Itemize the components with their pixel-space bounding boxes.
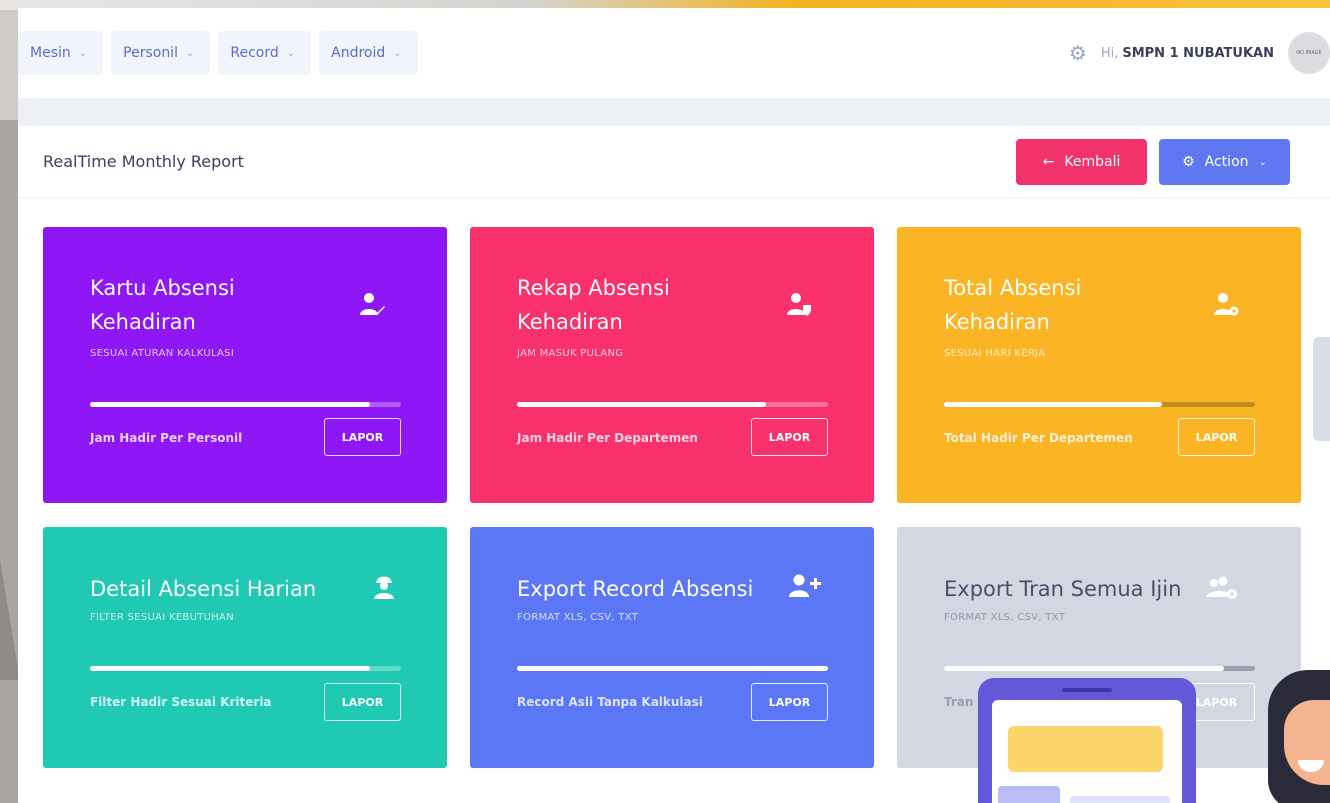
progress-bar-fill [90,402,370,407]
card-title: Detail Absensi Harian [90,577,317,601]
card-title: Export Tran Semua Ijin [944,577,1182,601]
background-wedge [0,120,20,803]
menu-label: Android [331,45,386,61]
side-widget-tab[interactable] [1316,450,1330,488]
card-subtitle: SESUAI HARI KERJA [944,348,1046,359]
user-plus-icon [789,574,821,597]
background-wedge-dark [0,560,20,680]
menu-label: Record [230,45,279,61]
report-card-detail-absensi: Detail Absensi Harian FILTER SESUAI KEBU… [43,527,447,768]
page-title: RealTime Monthly Report [43,152,244,171]
side-chat-tab[interactable] [1313,337,1330,441]
progress-bar [944,666,1255,671]
main-menu: Mesin ⌄ Personil ⌄ Record ⌄ Android ⌄ [18,31,418,75]
user-greeting[interactable]: Hi, SMPN 1 NUBATUKAN [1101,46,1274,61]
avatar[interactable]: NO IMAGE [1288,32,1330,74]
phone-block [998,786,1060,803]
subheader-bar [18,98,1330,126]
menu-label: Personil [123,45,178,61]
chevron-down-icon: ⌄ [185,47,195,59]
phone-notch [1062,688,1112,692]
lapor-button[interactable]: LAPOR [751,683,828,721]
progress-bar [90,666,401,671]
phone-illustration [978,678,1196,803]
progress-bar-fill [944,402,1162,407]
card-footer-text: Filter Hadir Sesuai Kriteria [90,695,272,709]
progress-bar-fill [90,666,370,671]
back-button-label: Kembali [1064,154,1121,170]
report-card-total-absensi: Total Absensi Kehadiran SESUAI HARI KERJ… [897,227,1301,503]
card-footer-text: Jam Hadir Per Personil [90,431,243,445]
card-footer-text: Tran [944,695,974,709]
progress-bar [517,666,828,671]
card-title-line: Rekap Absensi [517,276,670,300]
chevron-down-icon: ⌄ [286,47,296,59]
header-user-area: ⚙ Hi, SMPN 1 NUBATUKAN NO IMAGE [1069,8,1330,98]
card-title: Kartu Absensi Kehadiran [90,271,235,339]
menu-android[interactable]: Android ⌄ [319,31,418,75]
arrow-left-icon: ← [1042,154,1055,170]
menu-label: Mesin [30,45,71,61]
avatar-placeholder-text: NO IMAGE [1296,50,1322,56]
report-card-rekap-absensi: Rekap Absensi Kehadiran JAM MASUK PULANG… [470,227,874,503]
card-title-line: Kartu Absensi [90,276,235,300]
lapor-button[interactable]: LAPOR [751,418,828,456]
progress-bar-fill [517,402,766,407]
user-shield-icon [787,293,811,316]
action-dropdown-button[interactable]: ⚙ Action ⌄ [1159,139,1290,185]
card-title-line: Kehadiran [90,310,196,334]
back-button[interactable]: ← Kembali [1016,139,1147,185]
phone-card-yellow [1008,726,1163,772]
menu-record[interactable]: Record ⌄ [218,31,312,75]
progress-bar [517,402,828,407]
card-footer-text: Record Asli Tanpa Kalkulasi [517,695,703,709]
card-subtitle: FORMAT XLS, CSV, TXT [517,612,639,623]
menu-mesin[interactable]: Mesin ⌄ [18,31,104,75]
report-card-kartu-absensi: Kartu Absensi Kehadiran SESUAI ATURAN KA… [43,227,447,503]
gear-icon: ⚙ [1182,154,1195,170]
greeting-text: Hi, [1100,45,1119,61]
menu-personil[interactable]: Personil ⌄ [111,31,211,75]
card-footer-text: Total Hadir Per Departemen [944,431,1133,445]
chevron-down-icon: ⌄ [393,47,402,59]
top-header: Mesin ⌄ Personil ⌄ Record ⌄ Android ⌄ ⚙ … [18,8,1330,98]
chevron-down-icon: ⌄ [1258,156,1267,168]
lapor-button[interactable]: LAPOR [324,418,401,456]
card-title: Total Absensi Kehadiran [944,271,1081,339]
card-subtitle: SESUAI ATURAN KALKULASI [90,348,235,359]
card-subtitle: JAM MASUK PULANG [517,348,624,359]
users-cog-icon [1206,576,1237,599]
user-edit-icon [360,293,385,315]
card-title: Export Record Absensi [517,577,754,601]
progress-bar [944,402,1255,407]
chevron-down-icon: ⌄ [78,47,88,59]
lapor-button[interactable]: LAPOR [1178,418,1255,456]
progress-bar-fill [944,666,1224,671]
settings-gear-icon[interactable]: ⚙ [1069,41,1087,65]
user-worker-icon [374,576,394,599]
card-subtitle: FORMAT XLS, CSV, TXT [944,612,1066,623]
card-title-line: Kehadiran [944,310,1050,334]
progress-bar-fill [517,666,828,671]
phone-block [1070,796,1170,803]
card-footer-text: Jam Hadir Per Departemen [517,431,698,445]
lapor-button[interactable]: LAPOR [324,683,401,721]
panel-header: RealTime Monthly Report ← Kembali ⚙ Acti… [18,126,1330,198]
card-title-line: Kehadiran [517,310,623,334]
action-button-label: Action [1204,154,1249,170]
progress-bar [90,402,401,407]
user-name: SMPN 1 NUBATUKAN [1122,45,1274,61]
card-subtitle: FILTER SESUAI KEBUTUHAN [90,612,234,623]
user-cog-icon [1214,293,1239,316]
card-title-line: Total Absensi [944,276,1082,300]
report-card-export-record: Export Record Absensi FORMAT XLS, CSV, T… [470,527,874,768]
card-title: Rekap Absensi Kehadiran [517,271,670,339]
